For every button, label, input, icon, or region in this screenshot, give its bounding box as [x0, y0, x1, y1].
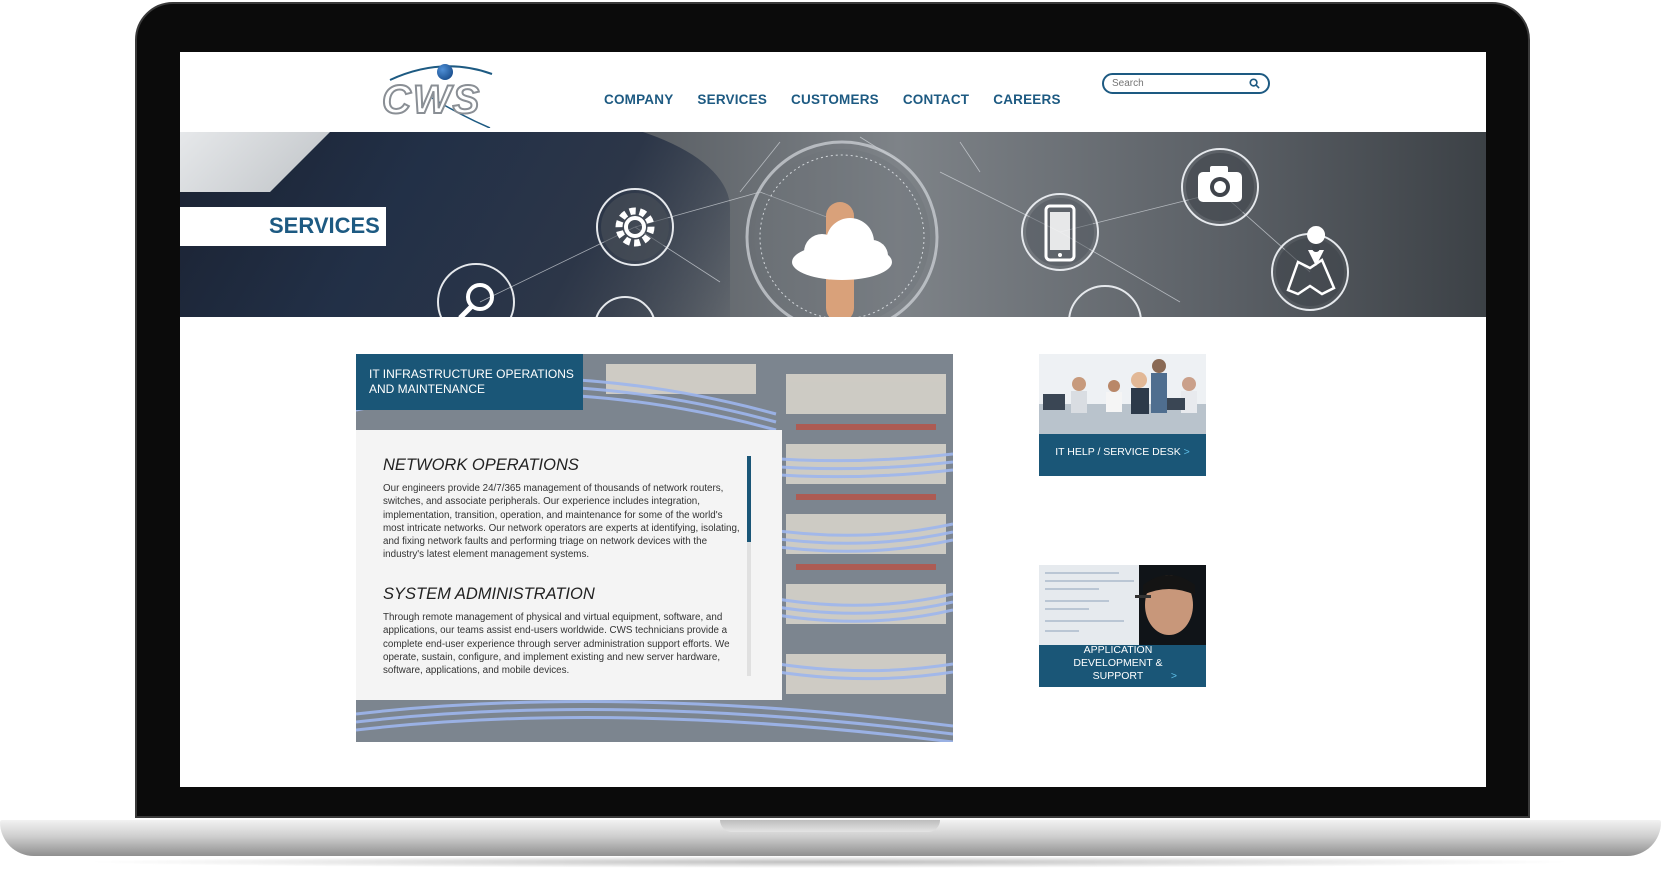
browser-viewport: CWS COMPANY SERVICES CUSTOMERS CONTACT C… [180, 52, 1486, 787]
page-title: SERVICES [269, 213, 380, 238]
nav-services[interactable]: SERVICES [697, 92, 767, 107]
nav-company[interactable]: COMPANY [604, 92, 673, 107]
map-pin-icon [1271, 226, 1349, 311]
phone-icon [1021, 193, 1099, 271]
card-label-text: APPLICATION DEVELOPMENT & SUPPORT [1073, 644, 1163, 682]
feature-category-label: IT INFRASTRUCTURE OPERATIONS AND MAINTEN… [356, 354, 583, 410]
section-heading-system-administration: SYSTEM ADMINISTRATION [383, 585, 595, 603]
content-panel: NETWORK OPERATIONS Our engineers provide… [356, 430, 782, 700]
section-heading-network-operations: NETWORK OPERATIONS [383, 456, 579, 474]
help-desk-photo [1039, 354, 1206, 434]
gear-icon [596, 188, 674, 266]
hero-banner: SERVICES [180, 132, 1486, 317]
laptop-notch [720, 820, 940, 832]
app-developer-photo [1039, 565, 1206, 645]
card-label-app-dev: APPLICATION DEVELOPMENT & SUPPORT > [1039, 644, 1206, 683]
card-it-help-service-desk[interactable]: IT HELP / SERVICE DESK > [1039, 354, 1206, 476]
cws-logo[interactable]: CWS [381, 58, 502, 128]
nav-careers[interactable]: CAREERS [993, 92, 1060, 107]
cloud-icon [745, 140, 939, 317]
laptop-shadow [80, 856, 1580, 868]
nav-customers[interactable]: CUSTOMERS [791, 92, 879, 107]
nav-contact[interactable]: CONTACT [903, 92, 969, 107]
feature-category-text: IT INFRASTRUCTURE OPERATIONS AND MAINTEN… [369, 367, 574, 396]
section-body-network-operations: Our engineers provide 24/7/365 managemen… [383, 483, 740, 561]
chevron-right-icon: > [1183, 446, 1190, 458]
chevron-right-icon: > [1170, 670, 1178, 682]
section-body-system-administration: Through remote management of physical an… [383, 612, 730, 677]
magnifier-icon [437, 263, 515, 317]
search-input[interactable] [1110, 77, 1246, 90]
content-scrollbar-thumb[interactable] [747, 456, 751, 542]
site-header: CWS COMPANY SERVICES CUSTOMERS CONTACT C… [180, 52, 1486, 132]
camera-icon [1181, 148, 1259, 226]
logo-text: CWS [381, 77, 482, 123]
card-application-development-support[interactable]: APPLICATION DEVELOPMENT & SUPPORT > [1039, 565, 1206, 687]
card-label-text: IT HELP / SERVICE DESK [1055, 446, 1181, 458]
card-label-it-help: IT HELP / SERVICE DESK > [1039, 446, 1206, 459]
search-icon[interactable] [1249, 78, 1260, 89]
search-box [1102, 73, 1270, 94]
main-nav: COMPANY SERVICES CUSTOMERS CONTACT CAREE… [604, 92, 1085, 107]
